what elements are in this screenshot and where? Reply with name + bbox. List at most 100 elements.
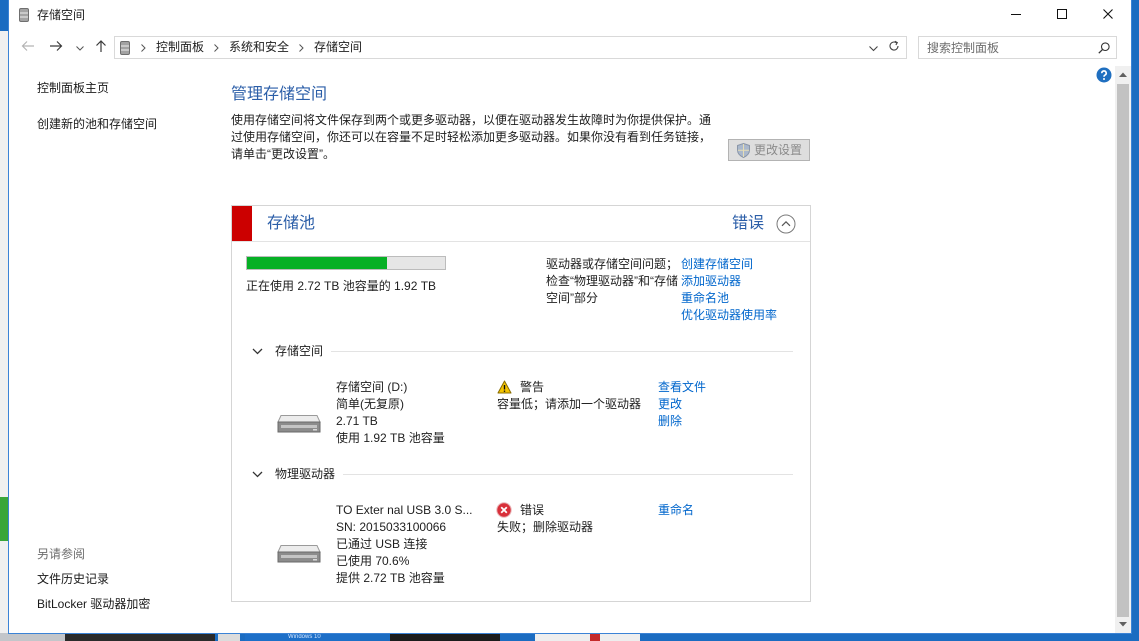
breadcrumb-system-security[interactable]: 系统和安全 bbox=[229, 37, 289, 58]
pool-usage-fill bbox=[247, 257, 387, 269]
breadcrumb-separator-icon[interactable] bbox=[289, 37, 314, 58]
space-view-files-link[interactable]: 查看文件 bbox=[658, 379, 706, 396]
desktop-thumbnail: Windows 10 bbox=[245, 633, 360, 641]
breadcrumb-storage-spaces[interactable]: 存储空间 bbox=[314, 37, 362, 58]
description-line: 使用存储空间将文件保存到两个或更多驱动器，以便在驱动器发生故障时为你提供保护。通 bbox=[231, 113, 712, 127]
task-add-drives[interactable]: 添加驱动器 bbox=[681, 273, 741, 290]
section-physical-drives[interactable]: 物理驱动器 bbox=[251, 466, 793, 483]
breadcrumb-separator-icon[interactable] bbox=[131, 37, 156, 58]
help-icon[interactable] bbox=[1096, 67, 1112, 83]
storage-spaces-icon bbox=[19, 8, 29, 22]
space-delete-link[interactable]: 删除 bbox=[658, 413, 682, 430]
space-size: 2.71 TB bbox=[336, 414, 378, 428]
vertical-scrollbar[interactable] bbox=[1115, 66, 1131, 633]
space-resiliency: 简单(无复原) bbox=[336, 397, 404, 411]
section-storage-spaces[interactable]: 存储空间 bbox=[251, 343, 793, 360]
address-bar[interactable]: 控制面板 系统和安全 存储空间 bbox=[114, 36, 907, 59]
up-button[interactable] bbox=[89, 35, 113, 59]
drive-usage: 已使用 70.6% bbox=[336, 554, 410, 568]
control-panel-icon bbox=[119, 37, 131, 58]
desktop-strip-5 bbox=[535, 633, 640, 641]
section-divider bbox=[331, 351, 793, 352]
sidebar-link-home[interactable]: 控制面板主页 bbox=[37, 80, 109, 97]
warning-icon bbox=[497, 380, 512, 394]
minimize-icon bbox=[1011, 8, 1021, 22]
sidebar-link-file-history[interactable]: 文件历史记录 bbox=[37, 571, 109, 588]
storage-pool-panel: 存储池 错误 正在使用 2.72 TB 池容量的 1.92 TB 驱动器或存储空… bbox=[231, 205, 811, 602]
drive-capacity: 提供 2.72 TB 池容量 bbox=[336, 571, 445, 585]
breadcrumb-separator-icon[interactable] bbox=[204, 37, 229, 58]
pool-message-line: 驱动器或存储空间问题； bbox=[546, 257, 679, 271]
breadcrumb-control-panel[interactable]: 控制面板 bbox=[156, 37, 204, 58]
drive-serial: SN: 2015033100066 bbox=[336, 520, 447, 534]
pool-usage-text: 正在使用 2.72 TB 池容量的 1.92 TB bbox=[246, 279, 437, 293]
chevron-down-icon[interactable] bbox=[251, 466, 263, 483]
drive-icon bbox=[277, 413, 321, 433]
maximize-icon bbox=[1057, 8, 1067, 22]
space-pool-usage: 使用 1.92 TB 池容量 bbox=[336, 431, 445, 445]
pool-header[interactable]: 存储池 错误 bbox=[232, 206, 810, 242]
scroll-down-arrow[interactable] bbox=[1115, 616, 1131, 633]
desktop-strip-3 bbox=[218, 633, 240, 641]
section-label: 物理驱动器 bbox=[275, 467, 336, 481]
drive-status-detail: 失败；删除驱动器 bbox=[497, 520, 594, 534]
task-create-space[interactable]: 创建存储空间 bbox=[681, 256, 753, 273]
pool-title: 存储池 bbox=[267, 215, 316, 232]
space-status: 警告 bbox=[520, 380, 545, 394]
space-status-detail: 容量低；请添加一个驱动器 bbox=[497, 397, 642, 411]
space-name: 存储空间 (D:) bbox=[336, 380, 408, 394]
desktop-strip-4 bbox=[390, 633, 500, 641]
search-input[interactable] bbox=[919, 37, 1091, 58]
drive-rename-link[interactable]: 重命名 bbox=[658, 502, 694, 519]
drive-icon bbox=[277, 543, 321, 563]
drive-name: TO Exter nal USB 3.0 S... bbox=[336, 503, 473, 517]
chevron-down-icon bbox=[76, 40, 84, 54]
description-line: 过使用存储空间，你还可以在容量不足时轻松添加更多驱动器。如果你没有看到任务链接， bbox=[231, 130, 712, 144]
desktop-left-green-block bbox=[0, 497, 9, 541]
change-settings-button[interactable]: 更改设置 bbox=[728, 139, 810, 161]
desktop-strip-6 bbox=[590, 633, 600, 641]
search-icon[interactable] bbox=[1096, 40, 1111, 55]
back-arrow-icon bbox=[21, 40, 35, 55]
storage-spaces-window: 存储空间 控制面板 系统和安全 存储空间 搜索控制面板 控制面板主页 创建新的池… bbox=[8, 0, 1132, 634]
minimize-button[interactable] bbox=[993, 0, 1039, 30]
refresh-icon bbox=[888, 40, 900, 55]
address-history-button[interactable] bbox=[865, 39, 881, 56]
close-button[interactable] bbox=[1085, 0, 1131, 30]
search-box[interactable] bbox=[918, 36, 1117, 59]
pool-error-indicator bbox=[232, 206, 252, 241]
pool-message-line: 检查“物理驱动器”和“存储 bbox=[546, 274, 678, 288]
uac-shield-icon bbox=[737, 142, 750, 158]
back-button[interactable] bbox=[16, 35, 40, 59]
title-bar[interactable]: 存储空间 bbox=[9, 0, 1131, 31]
up-arrow-icon bbox=[95, 39, 107, 56]
recent-locations-button[interactable] bbox=[73, 35, 87, 59]
desktop-thumbnail-label: Windows 10 bbox=[288, 634, 321, 640]
task-optimize-drives[interactable]: 优化驱动器使用率 bbox=[681, 307, 777, 324]
desktop-left-strip bbox=[0, 31, 9, 633]
scroll-up-arrow[interactable] bbox=[1115, 66, 1131, 83]
sidebar-link-create-pool[interactable]: 创建新的池和存储空间 bbox=[37, 116, 157, 133]
chevron-down-icon[interactable] bbox=[251, 343, 263, 360]
forward-arrow-icon bbox=[49, 40, 63, 55]
pool-message-line: 空间”部分 bbox=[546, 291, 598, 305]
see-also-title: 另请参阅 bbox=[37, 547, 86, 561]
chevron-down-icon bbox=[868, 41, 878, 55]
pool-status: 错误 bbox=[732, 215, 765, 232]
maximize-button[interactable] bbox=[1039, 0, 1085, 30]
section-label: 存储空间 bbox=[275, 344, 324, 358]
refresh-button[interactable] bbox=[885, 39, 903, 56]
desktop-strip-2 bbox=[65, 633, 215, 641]
scrollbar-thumb[interactable] bbox=[1117, 84, 1129, 617]
change-settings-label: 更改设置 bbox=[754, 143, 803, 157]
forward-button[interactable] bbox=[44, 35, 68, 59]
collapse-up-icon[interactable] bbox=[776, 214, 796, 234]
task-rename-pool[interactable]: 重命名池 bbox=[681, 290, 729, 307]
page-title: 管理存储空间 bbox=[231, 86, 328, 103]
pool-usage-bar bbox=[246, 256, 446, 270]
space-change-link[interactable]: 更改 bbox=[658, 396, 682, 413]
drive-status: 错误 bbox=[520, 503, 545, 517]
sidebar-link-bitlocker[interactable]: BitLocker 驱动器加密 bbox=[37, 596, 150, 613]
close-icon bbox=[1103, 8, 1113, 22]
section-divider bbox=[343, 474, 793, 475]
